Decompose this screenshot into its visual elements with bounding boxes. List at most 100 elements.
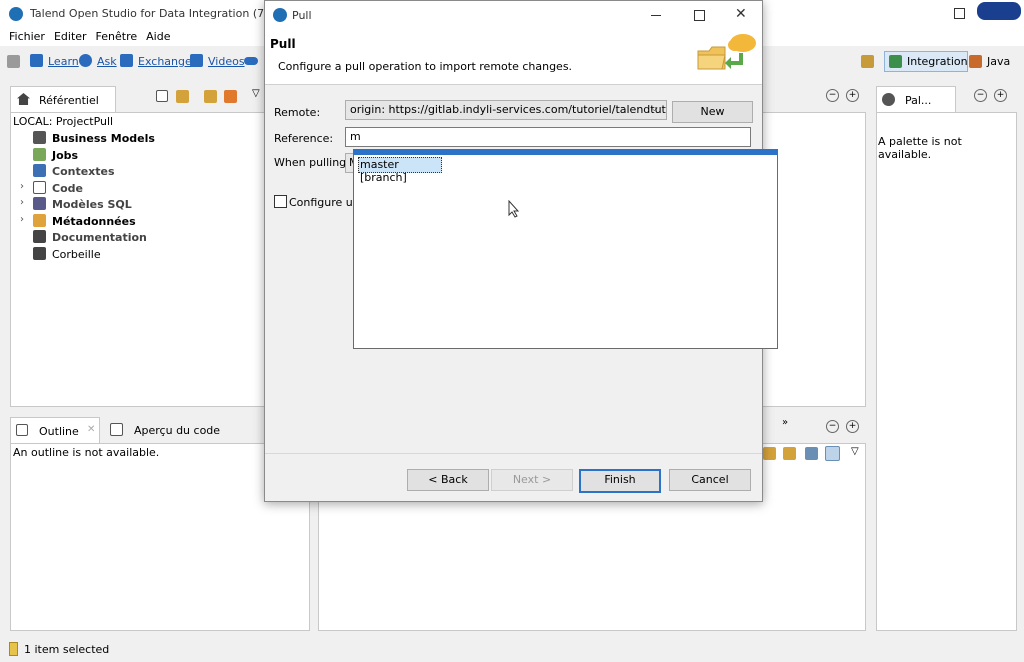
tree-item-label: Jobs (52, 149, 79, 162)
java-icon (969, 55, 982, 68)
minimize-icon[interactable]: − (826, 89, 839, 102)
collapse-all-icon[interactable] (156, 90, 168, 102)
menu-fichier[interactable]: Fichier (9, 30, 45, 43)
exchange-link[interactable]: Exchange (138, 55, 192, 68)
autocomplete-popup: master [branch] (353, 149, 778, 349)
jobs-icon (33, 148, 46, 161)
autocomplete-option[interactable]: master [branch] (358, 157, 442, 184)
sort-icon[interactable] (825, 446, 840, 461)
sql-icon (33, 197, 46, 210)
finish-button[interactable]: Finish (579, 469, 661, 493)
menu-aide[interactable]: Aide (146, 30, 170, 43)
palette-icon (882, 93, 895, 106)
tree-view-icon[interactable] (805, 447, 818, 460)
status-bar: 1 item selected (0, 638, 1024, 662)
tree-item-label: Contextes (52, 165, 115, 178)
minimize-icon[interactable]: − (826, 420, 839, 433)
tab-palette-label: Pal... (905, 94, 932, 107)
status-icon (9, 642, 18, 656)
ask-link[interactable]: Ask (97, 55, 117, 68)
minimize-icon[interactable]: − (974, 89, 987, 102)
maximize-icon[interactable] (954, 8, 965, 19)
tab-apercu-label[interactable]: Aperçu du code (134, 424, 220, 437)
talend-logo-icon (273, 8, 287, 22)
dialog-window-title: Pull (292, 9, 312, 22)
autocomplete-option-label: master [branch] (360, 158, 407, 184)
minimize-window-icon[interactable] (651, 15, 661, 16)
tab-outline[interactable]: Outline ✕ (10, 417, 100, 444)
refresh-icon[interactable] (204, 90, 217, 103)
reference-input-value: m (350, 130, 361, 143)
tree-item-label: Métadonnées (52, 215, 136, 228)
save-icon[interactable] (7, 55, 20, 68)
menu-editer[interactable]: Editer (54, 30, 87, 43)
palette-tab-strip: Pal... − + (876, 86, 1016, 113)
outline-message: An outline is not available. (13, 446, 160, 459)
tab-referentiel-label: Référentiel (39, 94, 99, 107)
tab-palette[interactable]: Pal... (876, 86, 956, 113)
link-editor-icon[interactable] (783, 447, 796, 460)
reference-input[interactable]: m (345, 127, 751, 147)
brand-logo-icon (977, 2, 1021, 20)
reference-label: Reference: (274, 132, 334, 145)
talend-logo-icon (9, 7, 23, 21)
filter-icon[interactable] (224, 90, 237, 103)
mouse-cursor-icon (508, 200, 520, 218)
close-icon[interactable]: ✕ (87, 424, 95, 435)
exchange-icon (120, 54, 133, 67)
editor-area-top: − + (760, 86, 866, 112)
chevron-down-icon[interactable]: ⌵ (651, 104, 658, 114)
view-menu-icon[interactable]: ▽ (851, 446, 859, 457)
dialog-header-title: Pull (270, 37, 296, 51)
cancel-button[interactable]: Cancel (669, 469, 751, 491)
tab-referentiel[interactable]: Référentiel (10, 86, 116, 113)
maximize-panel-icon[interactable]: + (994, 89, 1007, 102)
window-title: Talend Open Studio for Data Integration … (30, 7, 303, 20)
tree-item-label: Code (52, 182, 83, 195)
palette-message: A palette is not available. (878, 135, 962, 161)
learn-link[interactable]: Learn (48, 55, 79, 68)
tree-item-label: Business Models (52, 132, 155, 145)
metadata-icon (33, 214, 46, 227)
dialog-header-description: Configure a pull operation to import rem… (278, 60, 573, 73)
new-remote-button[interactable]: New Remote... (672, 101, 753, 138)
perspective-java-label[interactable]: Java (987, 55, 1010, 68)
tree-item-label: Modèles SQL (52, 198, 132, 211)
remote-select[interactable]: origin: https://gitlab.indyli-services.c… (345, 100, 667, 120)
project-label: LOCAL: ProjectPull (13, 115, 114, 128)
home-icon (17, 93, 30, 105)
expand-arrow-icon[interactable]: › (20, 214, 24, 225)
git-pull-banner-icon (697, 34, 756, 70)
contextes-icon (33, 164, 46, 177)
open-perspective-icon[interactable] (861, 55, 874, 68)
code-icon (33, 181, 46, 194)
integration-icon (889, 55, 902, 68)
configure-upstream-checkbox[interactable] (274, 195, 287, 208)
dialog-button-bar (265, 453, 762, 454)
videos-link[interactable]: Videos (208, 55, 245, 68)
dialog-title-bar: Pull ✕ (265, 1, 762, 29)
trash-icon (33, 247, 46, 260)
expand-arrow-icon[interactable]: › (20, 181, 24, 192)
tree-item-label: Corbeille (52, 248, 101, 261)
tab-outline-label: Outline (39, 425, 79, 438)
overflow-icon[interactable]: » (782, 417, 788, 428)
close-window-icon[interactable]: ✕ (735, 6, 747, 22)
maximize-panel-icon[interactable]: + (846, 89, 859, 102)
maximize-panel-icon[interactable]: + (846, 420, 859, 433)
link-editor-icon[interactable] (176, 90, 189, 103)
dialog-header: Pull Configure a pull operation to impor… (265, 29, 762, 85)
back-button[interactable]: < Back (407, 469, 489, 491)
menu-fenetre[interactable]: Fenêtre (96, 30, 138, 43)
learn-icon (30, 54, 43, 67)
code-preview-icon (110, 423, 123, 436)
view-menu-icon[interactable]: ▽ (252, 88, 260, 99)
remote-select-value: origin: https://gitlab.indyli-services.c… (350, 103, 667, 116)
perspective-integration-label: Integration (907, 55, 968, 68)
when-pulling-label: When pulling: (274, 156, 350, 169)
next-button[interactable]: Next > (491, 469, 573, 491)
maximize-window-icon[interactable] (694, 10, 705, 21)
expand-arrow-icon[interactable]: › (20, 197, 24, 208)
refresh-icon[interactable] (763, 447, 776, 460)
cloud-icon (244, 57, 258, 65)
